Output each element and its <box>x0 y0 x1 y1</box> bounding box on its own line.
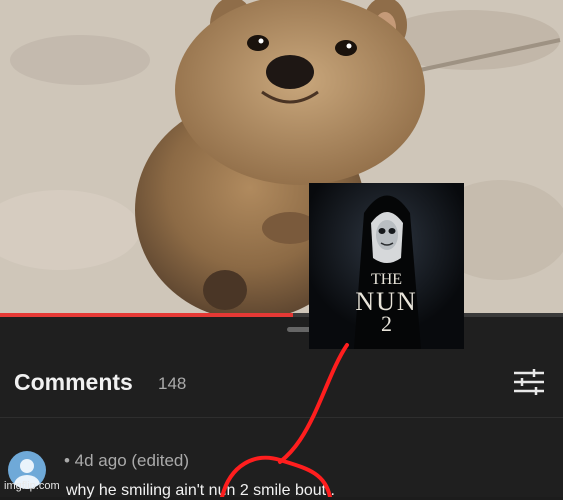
divider <box>0 417 563 418</box>
comments-count: 148 <box>158 374 187 393</box>
video-frame[interactable] <box>0 0 563 316</box>
quokka-image <box>0 0 563 316</box>
sliders-icon[interactable] <box>512 367 546 397</box>
poster-title-number: 2 <box>381 311 392 336</box>
comment-text: why he smiling ain't nun 2 smile bout . <box>66 482 335 499</box>
comment-meta: • 4d ago (edited) <box>64 451 190 470</box>
comments-panel: Comments 148 • 4d ago (edited) why he sm… <box>0 317 563 499</box>
nun-2-poster: THE NUN 2 <box>309 183 464 349</box>
watermark: imgflip.com <box>4 480 60 492</box>
comments-title: Comments <box>14 369 133 395</box>
